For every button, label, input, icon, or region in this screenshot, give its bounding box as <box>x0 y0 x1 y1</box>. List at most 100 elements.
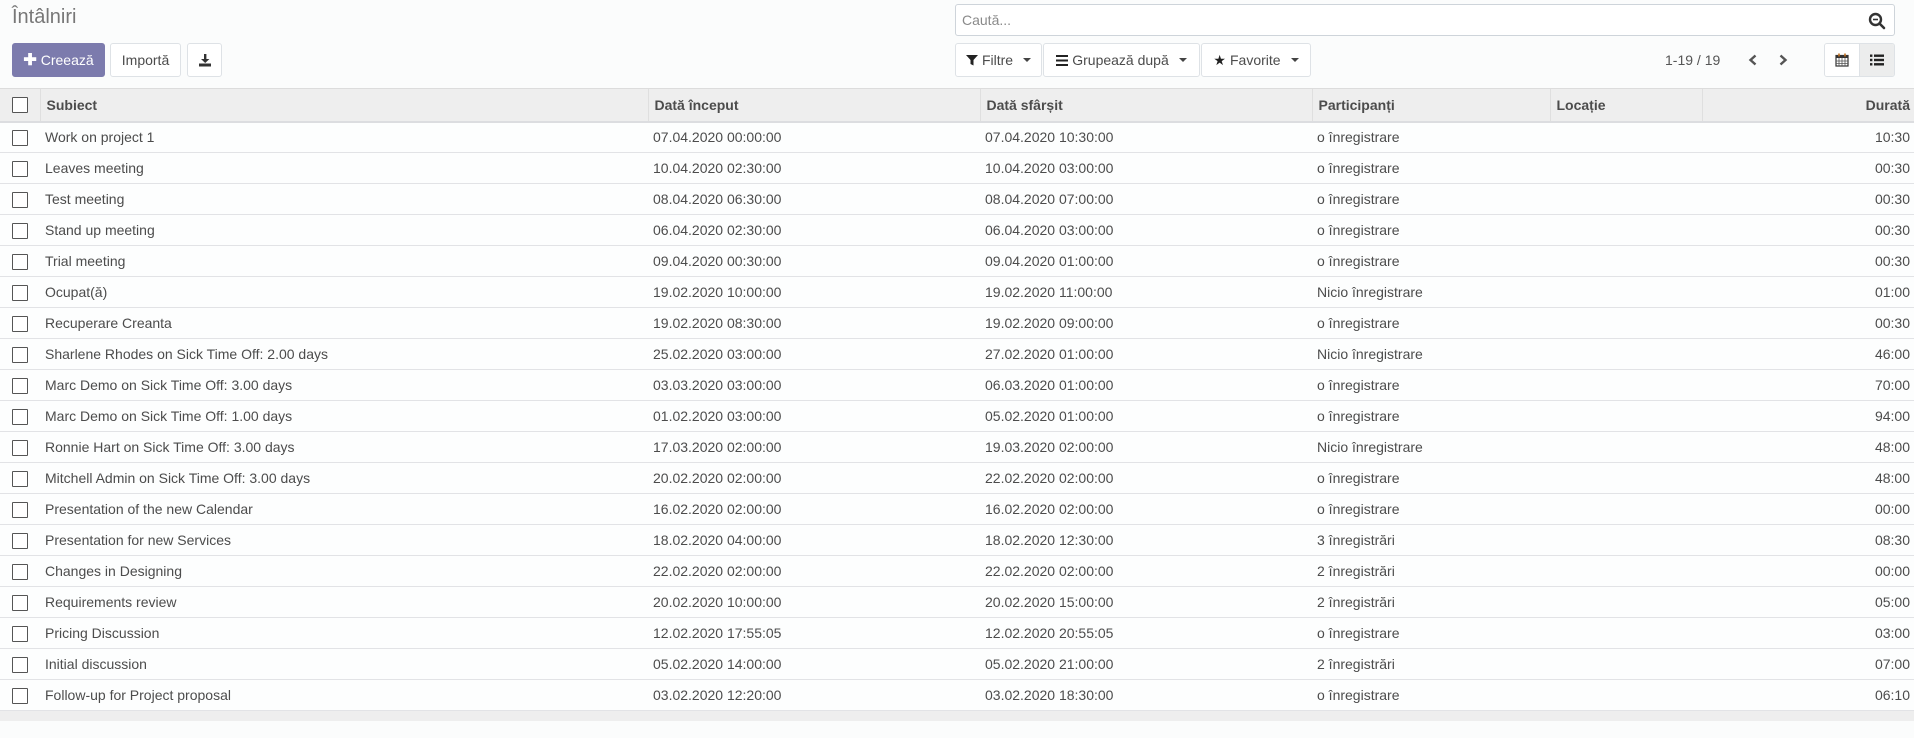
cell-attendees[interactable]: Nicio înregistrare <box>1312 432 1550 463</box>
favorites-dropdown[interactable]: ★ Favorite <box>1201 43 1311 77</box>
row-checkbox[interactable] <box>12 129 28 146</box>
cell-start-date[interactable]: 19.02.2020 08:30:00 <box>648 308 980 339</box>
table-row[interactable]: Mitchell Admin on Sick Time Off: 3.00 da… <box>0 462 1914 494</box>
cell-subject[interactable]: Recuperare Creanta <box>40 308 648 339</box>
cell-attendees[interactable]: 2 înregistrări <box>1312 556 1550 587</box>
cell-duration[interactable]: 06:10 <box>1702 680 1914 711</box>
table-row[interactable]: Changes in Designing 22.02.2020 02:00:00 2… <box>0 555 1914 587</box>
column-header-attendees[interactable]: Participanți <box>1311 88 1550 123</box>
pager-next-button[interactable] <box>1768 43 1798 77</box>
cell-subject[interactable]: Ocupat(ă) <box>40 277 648 308</box>
cell-start-date[interactable]: 09.04.2020 00:30:00 <box>648 246 980 277</box>
column-header-subject[interactable]: Subiect <box>39 88 648 123</box>
row-checkbox[interactable] <box>12 253 28 270</box>
row-checkbox[interactable] <box>12 439 28 456</box>
cell-end-date[interactable]: 08.04.2020 07:00:00 <box>980 184 1312 215</box>
table-row[interactable]: Presentation for new Services 18.02.2020 … <box>0 524 1914 556</box>
cell-duration[interactable]: 01:00 <box>1702 277 1914 308</box>
cell-subject[interactable]: Work on project 1 <box>40 122 648 153</box>
table-row[interactable]: Recuperare Creanta 19.02.2020 08:30:00 19.… <box>0 307 1914 339</box>
cell-start-date[interactable]: 08.04.2020 06:30:00 <box>648 184 980 215</box>
cell-end-date[interactable]: 05.02.2020 21:00:00 <box>980 649 1312 680</box>
cell-attendees[interactable]: o înregistrare <box>1312 246 1550 277</box>
cell-duration[interactable]: 00:30 <box>1702 184 1914 215</box>
cell-attendees[interactable]: o înregistrare <box>1312 618 1550 649</box>
cell-end-date[interactable]: 06.04.2020 03:00:00 <box>980 215 1312 246</box>
cell-start-date[interactable]: 10.04.2020 02:30:00 <box>648 153 980 184</box>
cell-duration[interactable]: 10:30 <box>1702 122 1914 153</box>
cell-attendees[interactable]: o înregistrare <box>1312 122 1550 153</box>
select-all-checkbox[interactable] <box>12 97 28 114</box>
row-checkbox[interactable] <box>12 656 28 673</box>
cell-location[interactable] <box>1550 215 1702 246</box>
cell-end-date[interactable]: 19.03.2020 02:00:00 <box>980 432 1312 463</box>
table-row[interactable]: Marc Demo on Sick Time Off: 3.00 days 03.… <box>0 369 1914 401</box>
cell-location[interactable] <box>1550 122 1702 153</box>
cell-subject[interactable]: Stand up meeting <box>40 215 648 246</box>
cell-attendees[interactable]: 2 înregistrări <box>1312 649 1550 680</box>
download-button[interactable] <box>187 43 222 77</box>
cell-start-date[interactable]: 20.02.2020 10:00:00 <box>648 587 980 618</box>
cell-duration[interactable]: 05:00 <box>1702 587 1914 618</box>
row-checkbox[interactable] <box>12 625 28 642</box>
row-checkbox[interactable] <box>12 532 28 549</box>
row-checkbox[interactable] <box>12 346 28 363</box>
cell-end-date[interactable]: 07.04.2020 10:30:00 <box>980 122 1312 153</box>
cell-duration[interactable]: 00:00 <box>1702 494 1914 525</box>
column-header-end-date[interactable]: Dată sfârșit <box>979 88 1312 123</box>
cell-subject[interactable]: Marc Demo on Sick Time Off: 1.00 days <box>40 401 648 432</box>
cell-end-date[interactable]: 16.02.2020 02:00:00 <box>980 494 1312 525</box>
cell-start-date[interactable]: 03.03.2020 03:00:00 <box>648 370 980 401</box>
row-checkbox[interactable] <box>12 501 28 518</box>
cell-start-date[interactable]: 03.02.2020 12:20:00 <box>648 680 980 711</box>
cell-subject[interactable]: Requirements review <box>40 587 648 618</box>
list-view-button[interactable] <box>1859 44 1894 76</box>
cell-attendees[interactable]: Nicio înregistrare <box>1312 277 1550 308</box>
cell-start-date[interactable]: 25.02.2020 03:00:00 <box>648 339 980 370</box>
cell-location[interactable] <box>1550 370 1702 401</box>
cell-attendees[interactable]: o înregistrare <box>1312 680 1550 711</box>
cell-end-date[interactable]: 12.02.2020 20:55:05 <box>980 618 1312 649</box>
cell-subject[interactable]: Initial discussion <box>40 649 648 680</box>
cell-location[interactable] <box>1550 246 1702 277</box>
row-checkbox[interactable] <box>12 470 28 487</box>
cell-end-date[interactable]: 18.02.2020 12:30:00 <box>980 525 1312 556</box>
cell-subject[interactable]: Presentation of the new Calendar <box>40 494 648 525</box>
row-checkbox[interactable] <box>12 377 28 394</box>
table-row[interactable]: Follow-up for Project proposal 03.02.2020… <box>0 679 1914 711</box>
cell-end-date[interactable]: 05.02.2020 01:00:00 <box>980 401 1312 432</box>
row-checkbox[interactable] <box>12 160 28 177</box>
cell-duration[interactable]: 00:30 <box>1702 308 1914 339</box>
cell-location[interactable] <box>1550 308 1702 339</box>
table-row[interactable]: Marc Demo on Sick Time Off: 1.00 days 01.… <box>0 400 1914 432</box>
table-row[interactable]: Presentation of the new Calendar 16.02.20… <box>0 493 1914 525</box>
table-row[interactable]: Test meeting 08.04.2020 06:30:00 08.04.202… <box>0 183 1914 215</box>
cell-end-date[interactable]: 10.04.2020 03:00:00 <box>980 153 1312 184</box>
cell-duration[interactable]: 00:30 <box>1702 153 1914 184</box>
column-header-duration[interactable]: Durată <box>1701 88 1914 123</box>
cell-duration[interactable]: 00:00 <box>1702 556 1914 587</box>
row-checkbox[interactable] <box>12 222 28 239</box>
cell-subject[interactable]: Sharlene Rhodes on Sick Time Off: 2.00 d… <box>40 339 648 370</box>
cell-attendees[interactable]: o înregistrare <box>1312 184 1550 215</box>
row-checkbox[interactable] <box>12 594 28 611</box>
table-row[interactable]: Trial meeting 09.04.2020 00:30:00 09.04.20… <box>0 245 1914 277</box>
cell-subject[interactable]: Pricing Discussion <box>40 618 648 649</box>
cell-start-date[interactable]: 05.02.2020 14:00:00 <box>648 649 980 680</box>
cell-subject[interactable]: Follow-up for Project proposal <box>40 680 648 711</box>
table-row[interactable]: Stand up meeting 06.04.2020 02:30:00 06.04… <box>0 214 1914 246</box>
import-button[interactable]: Importă <box>110 43 181 77</box>
cell-start-date[interactable]: 01.02.2020 03:00:00 <box>648 401 980 432</box>
cell-location[interactable] <box>1550 587 1702 618</box>
cell-duration[interactable]: 70:00 <box>1702 370 1914 401</box>
cell-end-date[interactable]: 20.02.2020 15:00:00 <box>980 587 1312 618</box>
cell-end-date[interactable]: 06.03.2020 01:00:00 <box>980 370 1312 401</box>
cell-start-date[interactable]: 22.02.2020 02:00:00 <box>648 556 980 587</box>
search-icon[interactable] <box>1868 12 1886 30</box>
cell-duration[interactable]: 00:30 <box>1702 246 1914 277</box>
pager-value[interactable]: 1-19 / 19 <box>1665 52 1720 68</box>
search-input[interactable] <box>956 5 1856 35</box>
cell-attendees[interactable]: o înregistrare <box>1312 308 1550 339</box>
cell-subject[interactable]: Presentation for new Services <box>40 525 648 556</box>
cell-duration[interactable]: 46:00 <box>1702 339 1914 370</box>
